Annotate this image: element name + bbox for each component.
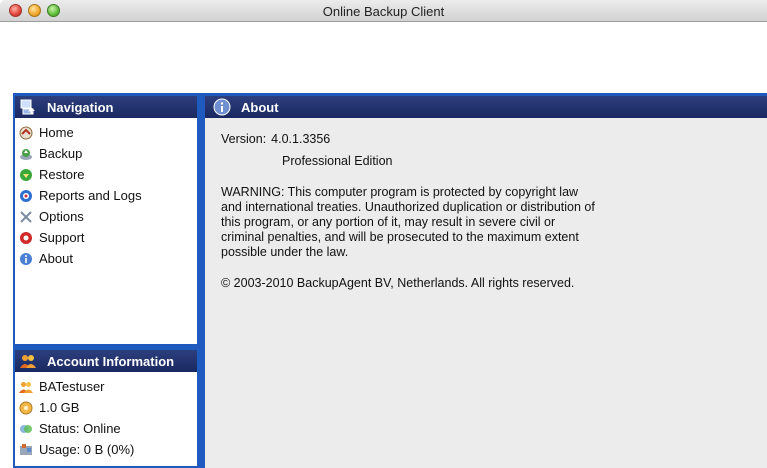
warning-line: this program, or any portion of it, may …: [221, 215, 556, 229]
nav-item-label: About: [39, 251, 73, 266]
account-details: BATestuser 1.0 GB Status: Online Usage: …: [15, 372, 197, 460]
account-username: BATestuser: [15, 376, 197, 397]
about-body: Version: 4.0.1.3356 Professional Edition…: [205, 118, 767, 291]
copyright-notice: © 2003-2010 BackupAgent BV, Netherlands.…: [221, 276, 575, 290]
about-panel: About Version: 4.0.1.3356 Professional E…: [205, 96, 767, 468]
user-icon: [19, 380, 33, 394]
nav-item-support[interactable]: Support: [15, 227, 197, 248]
options-icon: [19, 210, 33, 224]
nav-item-about[interactable]: About: [15, 248, 197, 269]
account-username-value: BATestuser: [39, 379, 105, 394]
account-quota-value: 1.0 GB: [39, 400, 80, 415]
warning-line: possible under the law.: [221, 245, 349, 259]
restore-icon: [19, 168, 33, 182]
account-usage: Usage: 0 B (0%): [15, 439, 197, 460]
edition-label: Professional Edition: [282, 154, 393, 168]
account-quota: 1.0 GB: [15, 397, 197, 418]
about-info-icon: [213, 98, 231, 116]
window-title: Online Backup Client: [322, 4, 445, 19]
warning-line: criminal penalties, and will be prosecut…: [221, 230, 579, 244]
account-status: Status: Online: [15, 418, 197, 439]
usage-icon: [19, 443, 33, 457]
toolbar-area: [0, 23, 767, 93]
home-icon: [19, 126, 33, 140]
nav-item-label: Backup: [39, 146, 83, 161]
title-bar: Online Backup Client: [0, 0, 767, 22]
navigation-header: Navigation: [15, 96, 197, 118]
account-status-value: Status: Online: [39, 421, 121, 436]
version-label: Version:: [221, 132, 267, 146]
account-header: Account Information: [15, 350, 197, 372]
nav-item-home[interactable]: Home: [15, 122, 197, 143]
nav-item-options[interactable]: Options: [15, 206, 197, 227]
status-icon: [19, 422, 33, 436]
nav-item-label: Support: [39, 230, 85, 245]
storage-icon: [19, 401, 33, 415]
nav-item-reports-and-logs[interactable]: Reports and Logs: [15, 185, 197, 206]
warning-line: and international treaties. Unauthorized…: [221, 200, 595, 214]
account-usage-value: Usage: 0 B (0%): [39, 442, 135, 457]
info-icon: [19, 252, 33, 266]
account-header-label: Account Information: [47, 353, 175, 369]
copyright-warning: WARNING: This computer program is protec…: [221, 185, 661, 260]
nav-item-label: Options: [39, 209, 84, 224]
about-header-label: About: [241, 99, 279, 115]
version-value: 4.0.1.3356: [271, 132, 331, 146]
version-row: Version: 4.0.1.3356: [221, 132, 767, 147]
users-icon: [19, 352, 37, 370]
navigation-list: Home Backup Restore Reports and Logs Opt…: [15, 118, 197, 269]
backup-icon: [19, 147, 33, 161]
about-header: About: [205, 96, 767, 118]
nav-item-backup[interactable]: Backup: [15, 143, 197, 164]
navigation-panel: Navigation Home Backup Restore Reports a…: [15, 96, 197, 344]
navigation-header-label: Navigation: [47, 99, 114, 115]
nav-item-label: Home: [39, 125, 74, 140]
nav-item-restore[interactable]: Restore: [15, 164, 197, 185]
navigation-icon: [19, 98, 37, 116]
account-panel: Account Information BATestuser 1.0 GB St…: [15, 350, 197, 466]
warning-line: WARNING: This computer program is protec…: [221, 185, 579, 199]
support-icon: [19, 231, 33, 245]
nav-item-label: Reports and Logs: [39, 188, 142, 203]
nav-item-label: Restore: [39, 167, 85, 182]
reports-icon: [19, 189, 33, 203]
